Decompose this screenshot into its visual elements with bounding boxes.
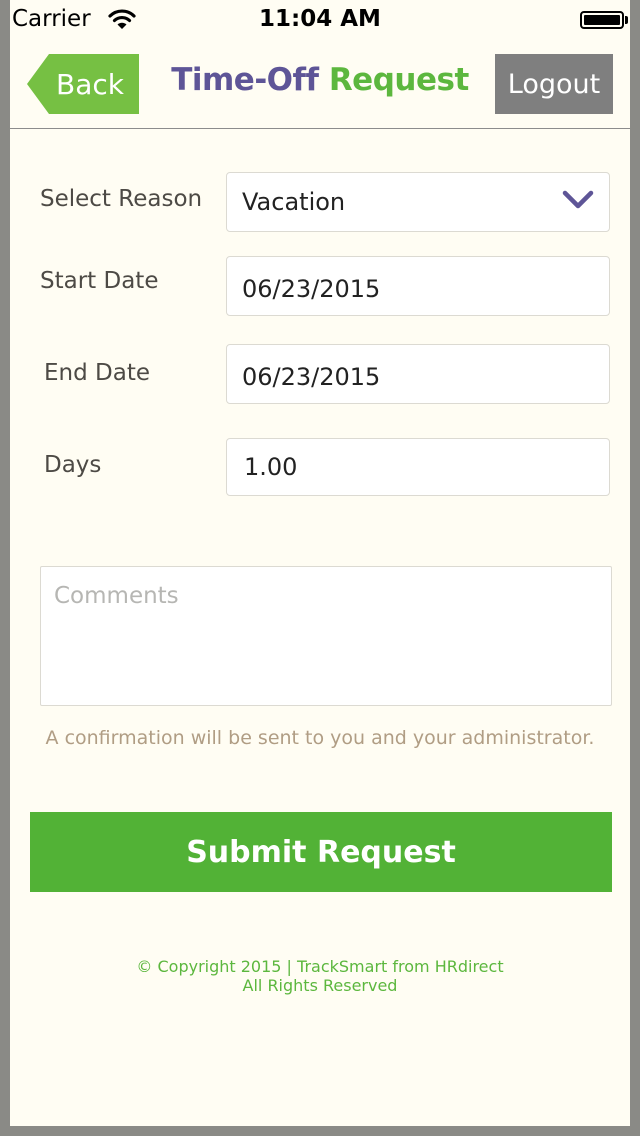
copyright-line: © Copyright 2015 | TrackSmart from HRdir… [136,957,504,976]
start-date-field[interactable]: 06/23/2015 [226,256,610,316]
battery-icon [580,11,624,29]
days-field[interactable]: 1.00 [226,438,610,496]
title-part-time-off: Time-Off [171,62,319,98]
start-date-value: 06/23/2015 [242,275,381,303]
reason-value: Vacation [242,188,346,216]
end-date-value: 06/23/2015 [242,363,381,391]
reason-label: Select Reason [40,186,203,212]
page-title: Time-Off Request [140,62,500,98]
logout-button[interactable]: Logout [495,54,613,114]
status-time: 11:04 AM [259,6,381,32]
comments-textarea[interactable]: Comments [40,566,612,706]
status-bar: Carrier 11:04 AM [10,0,630,40]
days-value: 1.00 [244,453,298,481]
title-part-request: Request [328,62,469,98]
end-date-label: End Date [44,360,150,386]
reason-select[interactable]: Vacation [226,172,610,232]
app-screen: Carrier 11:04 AM Back Time-Off Request L… [10,0,630,1126]
end-date-field[interactable]: 06/23/2015 [226,344,610,404]
days-label: Days [44,452,102,478]
chevron-down-icon[interactable] [562,190,594,210]
battery-tip [625,16,628,24]
submit-request-button[interactable]: Submit Request [30,812,612,892]
back-button[interactable]: Back [27,54,139,114]
footer: © Copyright 2015 | TrackSmart from HRdir… [10,957,630,995]
navigation-bar: Back Time-Off Request Logout [10,40,630,129]
rights-line: All Rights Reserved [242,976,398,995]
comments-placeholder: Comments [54,583,179,609]
confirmation-note: A confirmation will be sent to you and y… [45,727,595,749]
start-date-label: Start Date [40,268,159,294]
